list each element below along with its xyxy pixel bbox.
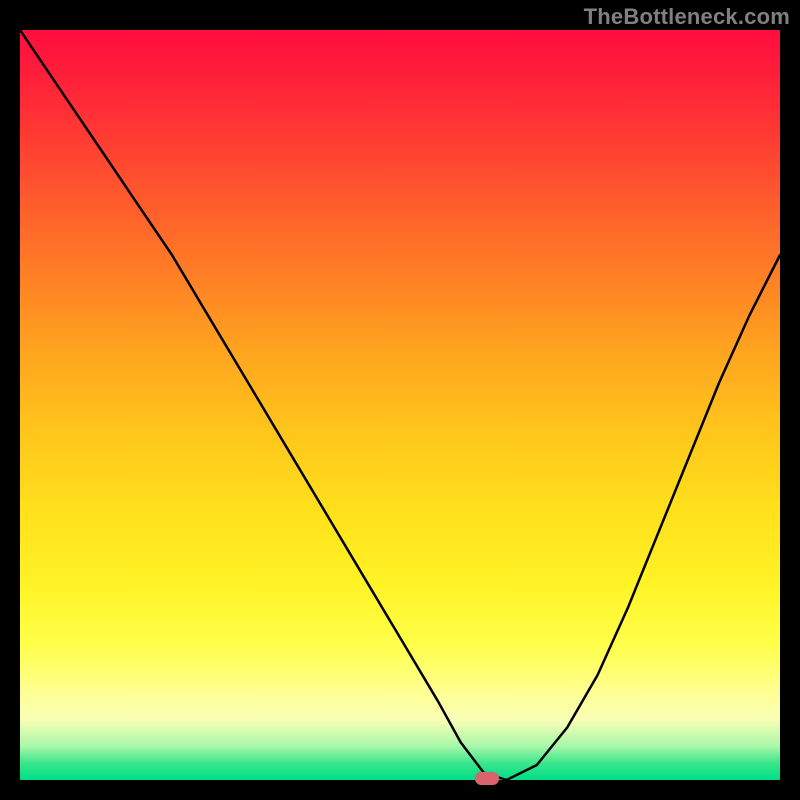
chart-frame: TheBottleneck.com xyxy=(0,0,800,800)
attribution-text: TheBottleneck.com xyxy=(584,4,790,30)
bottleneck-curve xyxy=(20,30,780,780)
optimal-point-marker xyxy=(475,772,499,785)
curve-layer xyxy=(20,30,780,780)
